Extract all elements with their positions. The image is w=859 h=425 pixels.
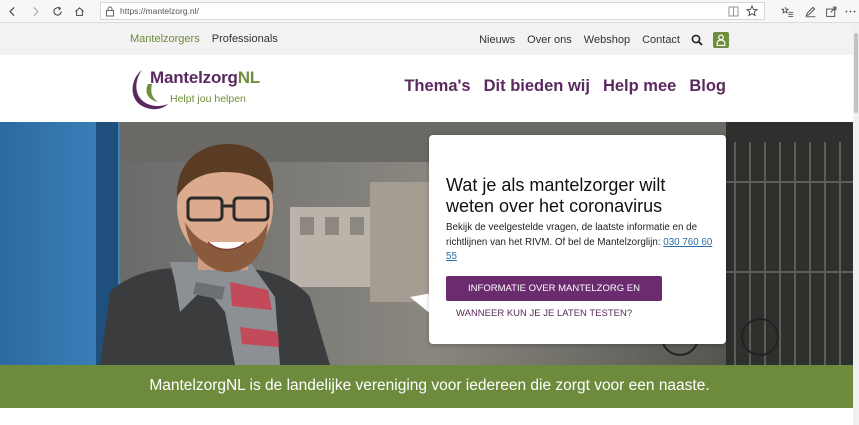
nav-over-ons[interactable]: Over ons (527, 34, 572, 46)
user-icon (716, 34, 726, 46)
address-bar[interactable]: https://mantelzorg.nl/ (100, 2, 765, 20)
nav-contact[interactable]: Contact (642, 34, 680, 46)
nav-mantelzorgers[interactable]: Mantelzorgers (130, 33, 200, 45)
scrollbar[interactable] (853, 23, 859, 425)
account-button[interactable] (713, 32, 729, 48)
search-icon[interactable] (691, 34, 703, 46)
nav-themas[interactable]: Thema's (404, 77, 470, 96)
card-title: Wat je als mantelzorger wilt weten over … (446, 175, 666, 216)
notes-icon[interactable] (802, 3, 818, 19)
nav-professionals[interactable]: Professionals (212, 33, 278, 45)
home-icon[interactable] (71, 3, 87, 19)
back-icon[interactable] (4, 3, 20, 19)
share-icon[interactable] (823, 3, 839, 19)
card-body: Bekijk de veelgestelde vragen, de laatst… (446, 222, 713, 262)
forward-icon[interactable] (27, 3, 43, 19)
testing-info-link[interactable]: WANNEER KUN JE JE LATEN TESTEN? (456, 308, 632, 319)
utility-nav: Mantelzorgers Professionals Nieuws Over … (0, 23, 859, 55)
nav-help-mee[interactable]: Help mee (603, 77, 676, 96)
favorite-star-icon[interactable] (746, 5, 758, 17)
corona-info-card: Wat je als mantelzorger wilt weten over … (429, 135, 726, 344)
page-content (0, 408, 859, 425)
more-icon[interactable] (842, 3, 858, 19)
url-text[interactable]: https://mantelzorg.nl/ (120, 6, 199, 16)
logo-tagline: Helpt jou helpen (170, 93, 246, 105)
scrollbar-thumb[interactable] (854, 33, 858, 113)
main-nav: Thema's Dit bieden wij Help mee Blog (391, 77, 726, 96)
lock-icon (106, 6, 114, 17)
logo-name: MantelzorgNL (150, 68, 260, 87)
nav-blog[interactable]: Blog (689, 77, 726, 96)
mission-banner: MantelzorgNL is de landelijke vereniging… (0, 365, 859, 408)
logo[interactable]: MantelzorgNL Helpt jou helpen (128, 66, 268, 112)
nav-nieuws[interactable]: Nieuws (479, 34, 515, 46)
main-header: MantelzorgNL Helpt jou helpen Thema's Di… (0, 55, 859, 122)
mission-text: MantelzorgNL is de landelijke vereniging… (149, 377, 710, 394)
browser-toolbar: https://mantelzorg.nl/ (0, 0, 859, 23)
reader-view-icon[interactable] (728, 6, 739, 17)
refresh-icon[interactable] (49, 3, 65, 19)
favorites-list-icon[interactable] (779, 3, 795, 19)
corona-info-button[interactable]: INFORMATIE OVER MANTELZORG EN CORONA (446, 276, 662, 319)
nav-webshop[interactable]: Webshop (584, 34, 630, 46)
nav-dit-bieden-wij[interactable]: Dit bieden wij (484, 77, 590, 96)
